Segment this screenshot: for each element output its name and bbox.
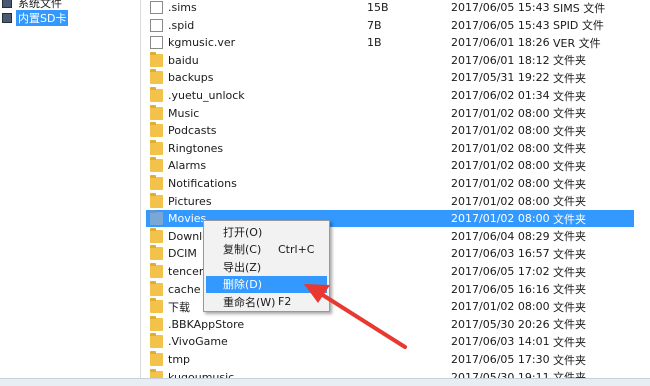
- red-arrow-annotation: [304, 284, 407, 349]
